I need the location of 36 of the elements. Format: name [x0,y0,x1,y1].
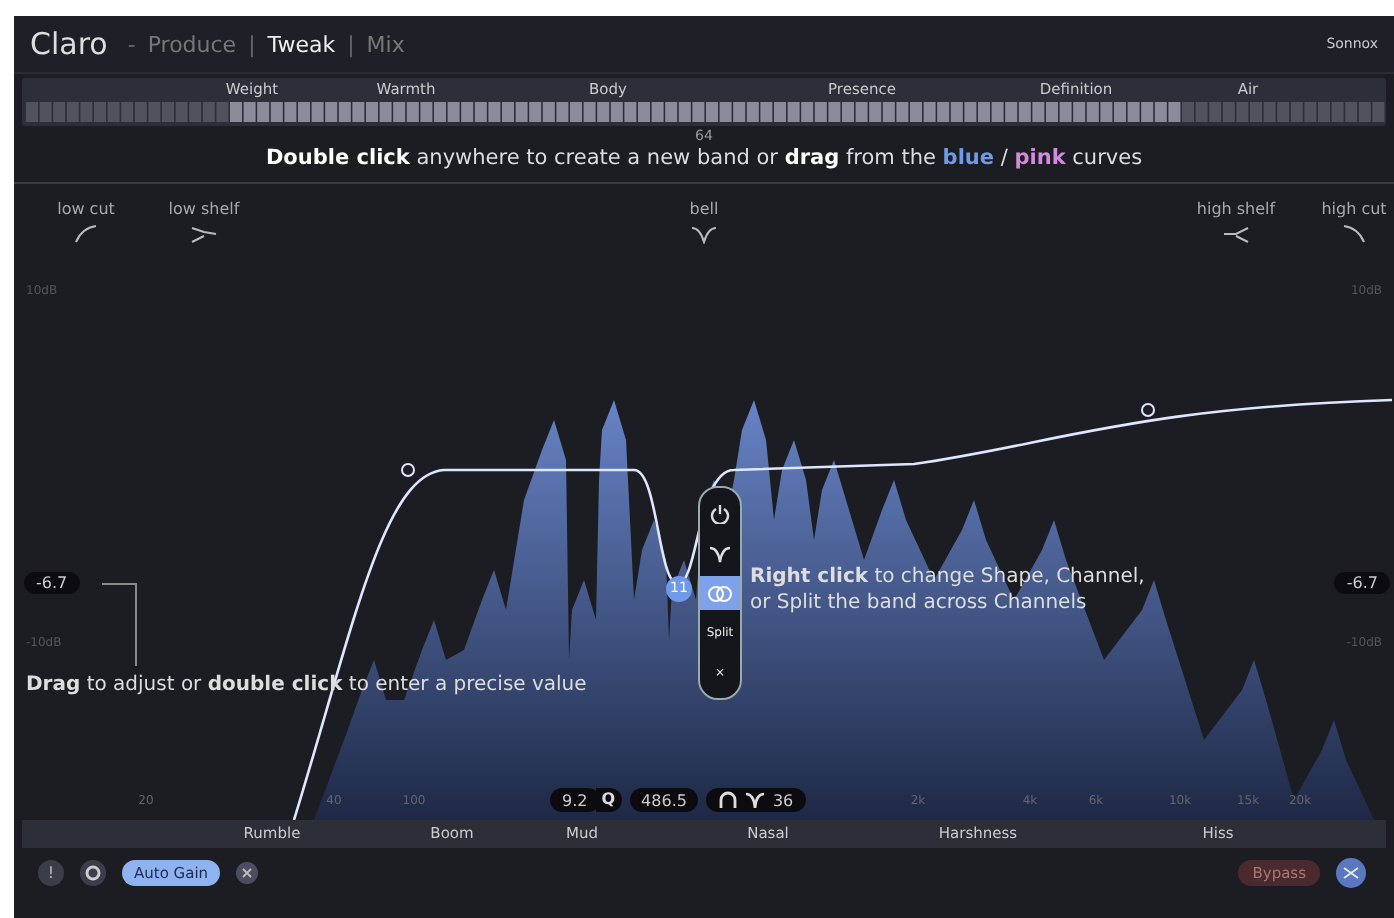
band-type-label[interactable]: bell [689,200,719,218]
info-button[interactable]: ! [38,860,64,886]
bell-curve-icon [744,790,767,810]
cut-curve-icon[interactable] [72,224,100,244]
linked-rings-icon [706,583,734,603]
settings-icon[interactable] [80,860,106,886]
mode-tab[interactable]: Tweak [267,31,336,57]
app-logo: Claro [30,26,108,62]
power-icon [710,503,730,523]
shelf-curve-icon[interactable] [190,224,218,244]
leader-line [102,582,138,666]
band-handle[interactable] [1140,402,1156,418]
headphones-icon[interactable] [718,790,739,810]
close-icon[interactable] [236,862,259,884]
shelf-curve-icon[interactable] [1222,224,1250,244]
gain-readout[interactable]: -6.7 [24,572,80,594]
separator: - [127,31,136,57]
mode-tab[interactable]: Mix [366,31,405,57]
band-type-label[interactable]: high shelf [1196,200,1276,218]
eq-graph[interactable] [14,182,1394,820]
cut-curve-icon[interactable] [1340,224,1368,244]
band-type-label[interactable]: low cut [57,200,115,218]
keyboard-drawing[interactable] [26,102,1386,122]
logo-icon [1336,858,1366,888]
gain-readout[interactable]: -6.7 [1334,572,1390,594]
slope-value-field[interactable]: 36 [706,788,806,812]
bell-curve-icon [708,543,732,563]
band-type-label[interactable]: low shelf [168,200,240,218]
mode-tab[interactable]: Produce [147,31,237,57]
frequency-value-field[interactable]: 486.5 [629,788,699,812]
mode-divider: | [248,31,256,57]
band-type-label[interactable]: high cut [1321,200,1387,218]
hint-text: Double click anywhere to create a new band or drag from the blue / pink curves [263,146,1145,174]
bell-curve-icon[interactable] [690,224,718,244]
band-handle[interactable] [400,462,416,478]
mode-divider: | [347,31,355,57]
